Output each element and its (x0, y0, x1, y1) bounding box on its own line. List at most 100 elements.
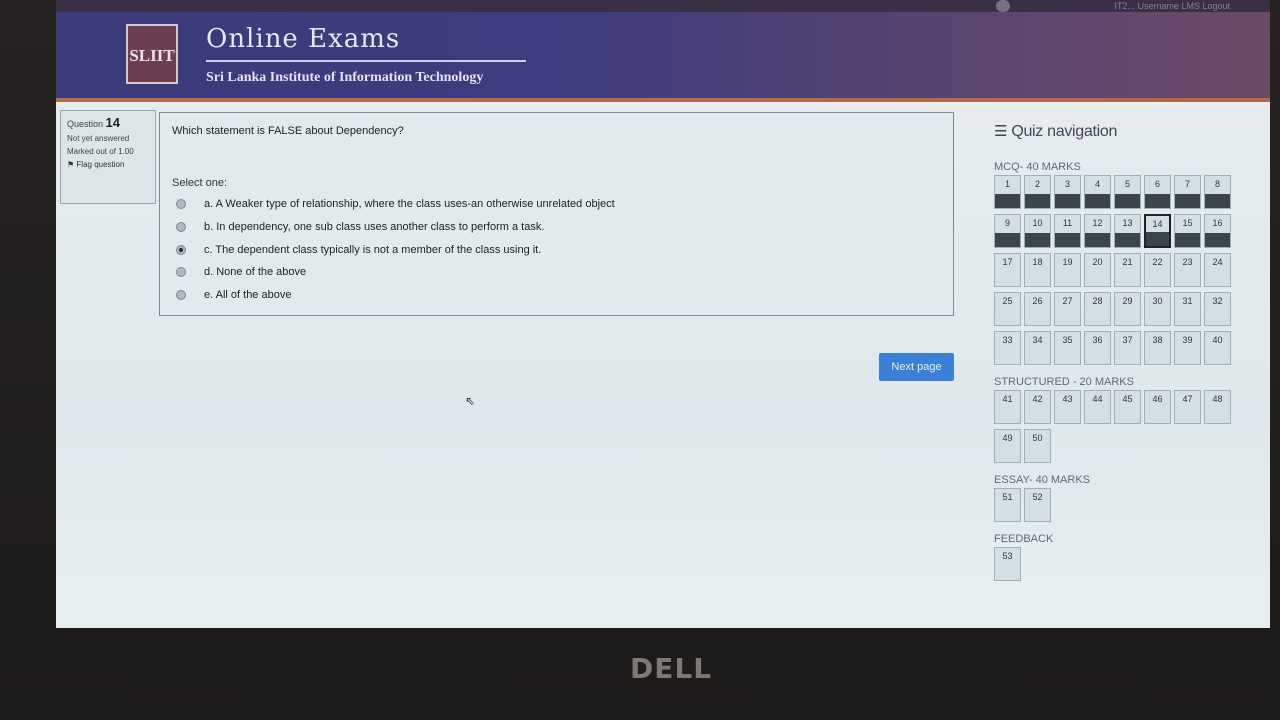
nav-question-grid: 41 42 43 44 45 46 47 48 49 50 (994, 390, 1242, 468)
nav-question-button[interactable]: 44 (1084, 390, 1111, 424)
top-user-bar: IT2... Username LMS Logout (56, 0, 1270, 12)
nav-question-button[interactable]: 33 (994, 331, 1021, 365)
quiz-navigation-panel: ☰ Quiz navigation MCQ- 40 MARKS 1 2 3 4 5 6 7 8 9… (994, 122, 1254, 592)
title-divider (206, 60, 526, 62)
sliit-logo[interactable]: SLIIT (126, 24, 178, 84)
nav-question-button[interactable]: 41 (994, 390, 1021, 424)
answer-option-label[interactable]: e. All of the above (204, 289, 291, 301)
user-avatar[interactable] (996, 0, 1010, 12)
nav-question-button[interactable]: 22 (1144, 253, 1171, 287)
nav-section-label: MCQ- 40 MARKS (994, 161, 1081, 173)
nav-section-label: ESSAY- 40 MARKS (994, 474, 1090, 486)
nav-question-button[interactable]: 45 (1114, 390, 1141, 424)
nav-section-label: FEEDBACK (994, 533, 1054, 545)
answer-option-label[interactable]: b. In dependency, one sub class uses ano… (204, 221, 544, 233)
radio-button[interactable] (176, 222, 186, 232)
question-text: Which statement is FALSE about Dependenc… (172, 125, 404, 137)
nav-question-button[interactable]: 1 (994, 175, 1021, 209)
radio-button[interactable] (176, 290, 186, 300)
answer-option[interactable]: a. A Weaker type of relationship, where … (176, 196, 615, 212)
nav-question-button[interactable]: 28 (1084, 292, 1111, 326)
nav-question-button[interactable]: 27 (1054, 292, 1081, 326)
answer-option[interactable]: d. None of the above (176, 264, 306, 280)
nav-question-button[interactable]: 46 (1144, 390, 1171, 424)
question-number-value: 14 (105, 115, 121, 130)
site-header: SLIIT Online Exams Sri Lanka Institute o… (56, 12, 1270, 102)
nav-question-button[interactable]: 9 (994, 214, 1021, 248)
nav-question-button[interactable]: 18 (1024, 253, 1051, 287)
marks-info: Marked out of 1.00 (67, 147, 134, 156)
nav-question-button[interactable]: 47 (1174, 390, 1201, 424)
flag-question-link[interactable]: ⚑ Flag question (67, 160, 149, 169)
nav-question-button[interactable]: 53 (994, 547, 1021, 581)
nav-question-button[interactable]: 19 (1054, 253, 1081, 287)
nav-question-button[interactable]: 25 (994, 292, 1021, 326)
nav-question-button[interactable]: 10 (1024, 214, 1051, 248)
nav-question-button[interactable]: 36 (1084, 331, 1111, 365)
nav-question-button[interactable]: 37 (1114, 331, 1141, 365)
nav-question-button[interactable]: 2 (1024, 175, 1051, 209)
nav-question-button[interactable]: 24 (1204, 253, 1231, 287)
nav-question-button[interactable]: 16 (1204, 214, 1231, 248)
nav-question-button[interactable]: 51 (994, 488, 1021, 522)
menu-icon[interactable]: ☰ (994, 123, 1007, 140)
question-label: Question (67, 119, 104, 129)
nav-question-button[interactable]: 29 (1114, 292, 1141, 326)
nav-section-label: STRUCTURED - 20 MARKS (994, 376, 1134, 388)
nav-question-button[interactable]: 3 (1054, 175, 1081, 209)
answer-option-label[interactable]: d. None of the above (204, 266, 306, 278)
nav-question-button[interactable]: 15 (1174, 214, 1201, 248)
nav-question-button[interactable]: 20 (1084, 253, 1111, 287)
nav-question-button[interactable]: 43 (1054, 390, 1081, 424)
nav-question-button[interactable]: 50 (1024, 429, 1051, 463)
question-number: Question 14 (67, 115, 149, 130)
nav-question-button[interactable]: 39 (1174, 331, 1201, 365)
flag-question-label: Flag question (76, 160, 125, 169)
site-subtitle: Sri Lanka Institute of Information Techn… (206, 70, 484, 85)
nav-question-button[interactable]: 23 (1174, 253, 1201, 287)
question-box: Which statement is FALSE about Dependenc… (159, 112, 954, 316)
nav-question-grid: 53 (994, 547, 1242, 586)
nav-question-button[interactable]: 34 (1024, 331, 1051, 365)
nav-question-button[interactable]: 7 (1174, 175, 1201, 209)
quiz-navigation-label: Quiz navigation (1011, 123, 1118, 140)
nav-question-button[interactable]: 38 (1144, 331, 1171, 365)
nav-question-button[interactable]: 42 (1024, 390, 1051, 424)
radio-button[interactable] (176, 199, 186, 209)
nav-question-button[interactable]: 21 (1114, 253, 1141, 287)
radio-button[interactable] (176, 267, 186, 277)
nav-question-button[interactable]: 35 (1054, 331, 1081, 365)
answer-option[interactable]: b. In dependency, one sub class uses ano… (176, 219, 544, 235)
nav-question-button[interactable]: 49 (994, 429, 1021, 463)
nav-question-button[interactable]: 31 (1174, 292, 1201, 326)
answer-status: Not yet answered (67, 134, 130, 143)
nav-question-button[interactable]: 5 (1114, 175, 1141, 209)
nav-question-button[interactable]: 14 (1144, 214, 1171, 248)
nav-question-button[interactable]: 48 (1204, 390, 1231, 424)
answer-option[interactable]: e. All of the above (176, 287, 291, 303)
next-page-button[interactable]: Next page (879, 353, 954, 381)
question-info-panel: Question 14 Not yet answered Marked out … (60, 110, 156, 204)
user-menu[interactable]: IT2... Username LMS Logout (1114, 0, 1230, 12)
nav-question-button[interactable]: 52 (1024, 488, 1051, 522)
dell-logo: DELL (630, 652, 713, 685)
nav-question-button[interactable]: 11 (1054, 214, 1081, 248)
nav-question-button[interactable]: 17 (994, 253, 1021, 287)
nav-question-button[interactable]: 6 (1144, 175, 1171, 209)
nav-question-button[interactable]: 40 (1204, 331, 1231, 365)
nav-question-button[interactable]: 12 (1084, 214, 1111, 248)
radio-button[interactable] (176, 245, 186, 255)
answer-option-label[interactable]: c. The dependent class typically is not … (204, 244, 541, 256)
answer-option-label[interactable]: a. A Weaker type of relationship, where … (204, 198, 615, 210)
nav-question-button[interactable]: 8 (1204, 175, 1231, 209)
nav-question-button[interactable]: 26 (1024, 292, 1051, 326)
select-one-label: Select one: (172, 177, 228, 189)
nav-question-button[interactable]: 13 (1114, 214, 1141, 248)
answer-option[interactable]: c. The dependent class typically is not … (176, 242, 541, 258)
nav-question-grid: 51 52 (994, 488, 1242, 527)
site-title: Online Exams (206, 24, 401, 54)
nav-question-button[interactable]: 30 (1144, 292, 1171, 326)
nav-question-button[interactable]: 4 (1084, 175, 1111, 209)
nav-question-grid: 1 2 3 4 5 6 7 8 9 10 11 12 13 14 15 16 17 18 19 20 21 22 23 24 2… (994, 175, 1242, 370)
nav-question-button[interactable]: 32 (1204, 292, 1231, 326)
